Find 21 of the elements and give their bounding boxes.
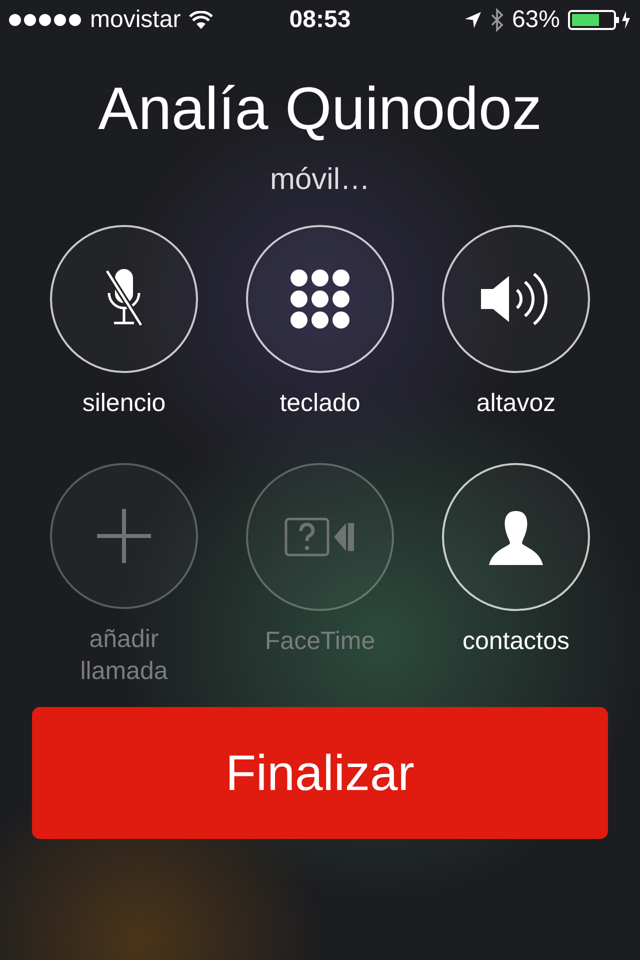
clock-time: 08:53 xyxy=(289,6,351,34)
battery-charging-icon xyxy=(568,9,632,31)
battery-percent: 63% xyxy=(512,6,560,34)
plus-icon xyxy=(97,509,151,563)
wifi-icon xyxy=(188,11,213,29)
keypad-icon xyxy=(290,269,350,329)
control-label: contactos xyxy=(461,626,570,657)
control-label: teclado xyxy=(278,388,362,419)
call-status: móvil… xyxy=(270,163,370,197)
video-camera-icon xyxy=(284,517,356,557)
carrier-name: movistar xyxy=(90,6,181,34)
control-label: altavoz xyxy=(475,388,557,419)
end-call-button[interactable]: Finalizar xyxy=(32,707,608,839)
signal-icon xyxy=(8,13,82,27)
location-arrow-icon xyxy=(464,11,482,29)
caller-name: Analía Quinodoz xyxy=(98,74,542,143)
control-label: añadir llamada xyxy=(79,624,169,687)
control-label: FaceTime xyxy=(264,626,376,657)
bluetooth-icon xyxy=(490,8,504,32)
control-label: silencio xyxy=(81,388,167,419)
person-silhouette-icon xyxy=(487,509,545,565)
